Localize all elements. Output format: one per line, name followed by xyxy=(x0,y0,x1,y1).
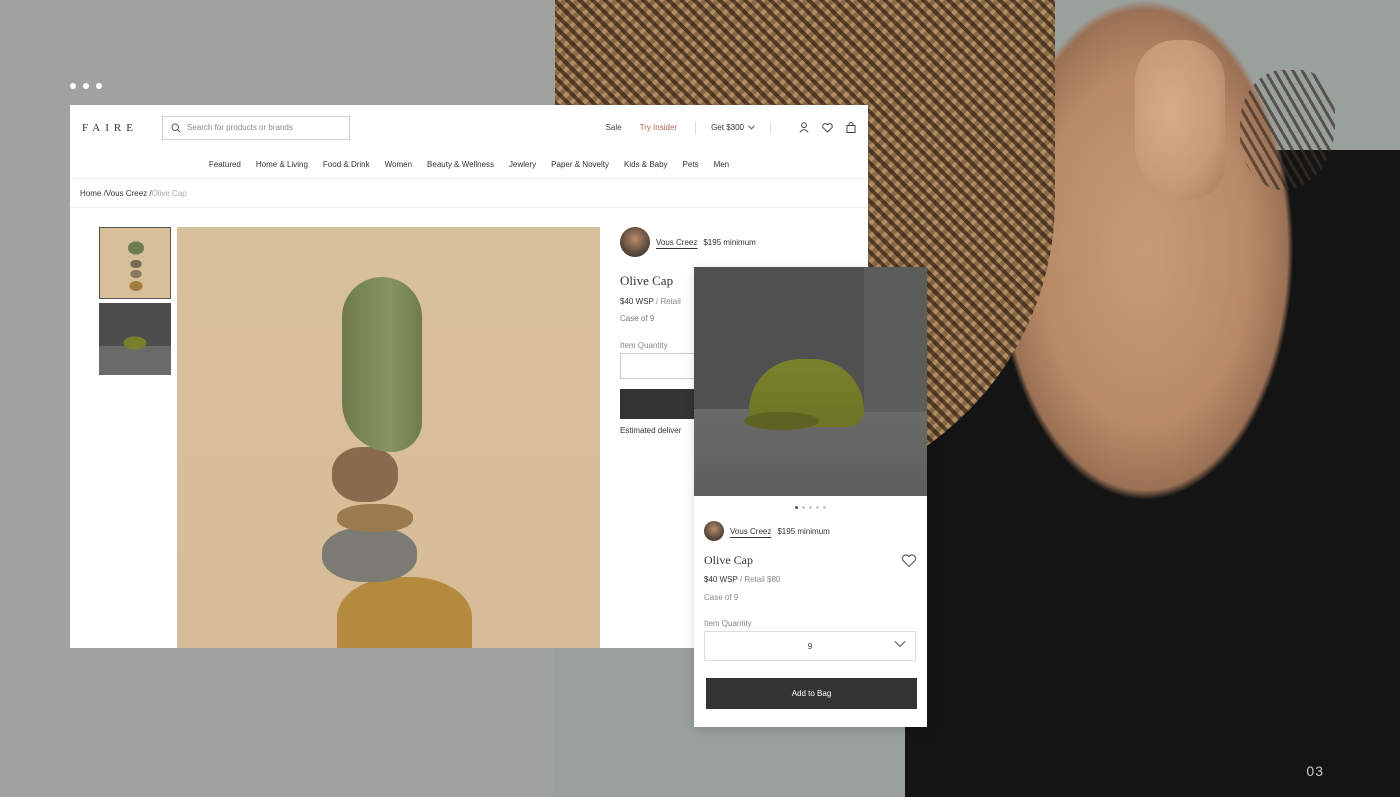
account-icon[interactable] xyxy=(799,122,809,133)
wsp-price: $40 WSP xyxy=(620,297,654,306)
seller-row: Vous Creez $195 minimum xyxy=(620,227,860,257)
divider xyxy=(770,121,771,134)
nav-item-featured[interactable]: Featured xyxy=(209,160,241,169)
breadcrumb-path[interactable]: Home /Vous Creez / xyxy=(80,189,152,198)
seller-row: Vous Creez $195 minimum xyxy=(704,521,917,541)
wsp-price: $40 WSP xyxy=(704,575,738,584)
stone xyxy=(332,447,398,502)
case-size: Case of 9 xyxy=(704,593,739,602)
background-ear xyxy=(1135,40,1225,200)
nav-item-pets[interactable]: Pets xyxy=(683,160,699,169)
avatar[interactable] xyxy=(620,227,650,257)
carousel-dot[interactable] xyxy=(809,506,812,509)
faire-logo[interactable]: FAIRE xyxy=(82,122,152,134)
stone xyxy=(337,504,413,532)
nav-item-beauty-wellness[interactable]: Beauty & Wellness xyxy=(427,160,494,169)
retail-price: / Retail $80 xyxy=(737,575,781,584)
bag-icon[interactable] xyxy=(846,122,856,133)
product-title: Olive Cap xyxy=(704,553,753,567)
retail-price: / Retail xyxy=(653,297,681,306)
breadcrumb: Home /Vous Creez / Olive Cap xyxy=(70,178,868,208)
breadcrumb-current: Olive Cap xyxy=(151,188,187,198)
sale-link[interactable]: Sale xyxy=(606,123,622,132)
nav-item-home-living[interactable]: Home & Living xyxy=(256,160,308,169)
price: $40 WSP / Retail $80 xyxy=(704,575,917,584)
page-number: 03 xyxy=(1306,763,1324,779)
search-box[interactable] xyxy=(162,115,350,140)
nav-item-food-drink[interactable]: Food & Drink xyxy=(323,160,370,169)
mobile-product-image xyxy=(694,267,927,496)
heart-icon[interactable] xyxy=(822,122,833,133)
get-300-label: Get $300 xyxy=(711,123,744,132)
divider xyxy=(695,121,697,134)
chevron-down-icon xyxy=(894,641,906,648)
wall xyxy=(864,267,927,412)
nav-item-men[interactable]: Men xyxy=(714,160,730,169)
product-thumbnail[interactable] xyxy=(99,227,171,299)
quantity-value: 9 xyxy=(807,641,813,651)
cap-brim xyxy=(744,412,819,430)
stone xyxy=(322,527,417,582)
seller-link[interactable]: Vous Creez xyxy=(730,527,771,536)
header-actions: Sale Try Insider Get $300 xyxy=(606,121,856,134)
window-dots xyxy=(70,83,102,89)
minimum-order: $195 minimum xyxy=(777,526,830,536)
main-product-image xyxy=(177,227,600,648)
carousel-dot[interactable] xyxy=(816,506,819,509)
mobile-card: Vous Creez $195 minimum Olive Cap $40 WS… xyxy=(694,267,927,727)
carousel-dots xyxy=(694,506,927,509)
product-thumbnail[interactable] xyxy=(99,303,171,375)
search-icon xyxy=(171,122,181,133)
site-header: FAIRE Sale Try Insider Get $300 xyxy=(70,105,868,150)
chevron-down-icon xyxy=(748,125,755,130)
category-nav: Featured Home & Living Food & Drink Wome… xyxy=(70,150,868,178)
cap-image xyxy=(342,277,422,452)
quantity-label: Item Quantity xyxy=(704,619,752,628)
minimum-order: $195 minimum xyxy=(703,237,756,247)
window-dot xyxy=(83,83,89,89)
add-to-bag-button[interactable]: Add to Bag xyxy=(706,678,917,709)
quantity-select[interactable]: 9 xyxy=(704,631,916,661)
nav-item-kids-baby[interactable]: Kids & Baby xyxy=(624,160,668,169)
avatar[interactable] xyxy=(704,521,724,541)
stone xyxy=(337,577,472,648)
title-row: Olive Cap xyxy=(704,553,917,568)
window-dot xyxy=(96,83,102,89)
carousel-dot[interactable] xyxy=(802,506,805,509)
try-insider-link[interactable]: Try Insider xyxy=(640,123,678,132)
nav-item-jewlery[interactable]: Jewlery xyxy=(509,160,536,169)
search-input[interactable] xyxy=(187,123,337,132)
carousel-dot[interactable] xyxy=(823,506,826,509)
mobile-product-info: Vous Creez $195 minimum Olive Cap $40 WS… xyxy=(694,521,927,709)
get-300-dropdown[interactable]: Get $300 xyxy=(711,123,755,132)
carousel-dot[interactable] xyxy=(795,506,798,509)
nav-item-paper-novelty[interactable]: Paper & Novelty xyxy=(551,160,609,169)
window-dot xyxy=(70,83,76,89)
seller-link[interactable]: Vous Creez xyxy=(656,238,697,247)
heart-icon[interactable] xyxy=(901,553,917,568)
nav-item-women[interactable]: Women xyxy=(385,160,412,169)
